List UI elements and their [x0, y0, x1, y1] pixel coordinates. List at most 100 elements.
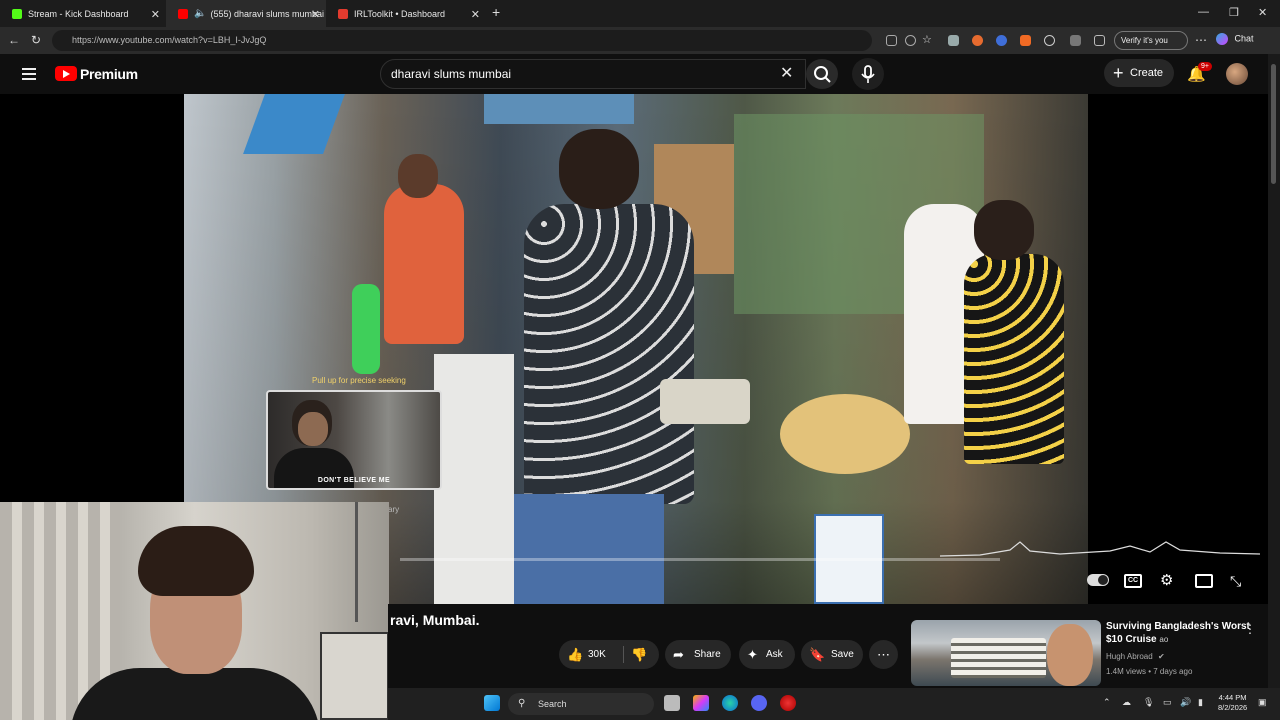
recommendation-thumbnail[interactable] [911, 620, 1101, 686]
network-icon[interactable]: ▭ [1163, 697, 1172, 708]
url-input[interactable]: https://www.youtube.com/watch?v=LBH_I-Jv… [52, 30, 872, 51]
white-sack [434, 354, 514, 604]
person-orange-shirt [384, 184, 464, 344]
divider [623, 646, 624, 663]
tab-youtube[interactable]: 🔈 (555) dharavi slums mumbai ✕ [166, 0, 326, 27]
avatar[interactable] [1226, 63, 1248, 85]
recommendation-channel[interactable]: Hugh Abroad ✔ [1106, 652, 1165, 661]
green-bottle [352, 284, 380, 374]
theater-mode-icon[interactable] [1195, 574, 1213, 588]
zoom-icon[interactable] [905, 35, 916, 46]
blue-jeans [514, 494, 664, 604]
search-icon [814, 66, 831, 83]
bookmark-star-icon[interactable]: ☆ [922, 33, 932, 46]
shop-awning [484, 94, 634, 124]
video-title: ravi, Mumbai. [390, 612, 480, 628]
youtube-logo-icon[interactable] [55, 66, 77, 81]
tray-chevron-icon[interactable]: ⌃ [1103, 697, 1111, 708]
reload-icon[interactable]: ↻ [31, 33, 41, 47]
edge-icon[interactable] [722, 695, 738, 711]
clock-date: 8/2/2026 [1218, 703, 1248, 712]
download-icon[interactable] [1020, 35, 1031, 46]
menu-icon[interactable] [22, 68, 36, 80]
share-button[interactable]: ➦ Share [665, 640, 731, 669]
recommendation-meta: 1.4M views • 7 days ago [1106, 667, 1193, 676]
extension-icon[interactable] [972, 35, 983, 46]
windows-start-icon[interactable] [484, 695, 500, 711]
tray-app-icon[interactable]: ☁ [1122, 697, 1131, 708]
extensions-icon[interactable] [1070, 35, 1081, 46]
discord-icon[interactable] [751, 695, 767, 711]
like-count[interactable]: 30K [588, 640, 606, 669]
more-icon[interactable]: ⋯ [1195, 33, 1207, 47]
battery-icon[interactable]: ▮ [1198, 697, 1203, 708]
extension-icon[interactable] [996, 35, 1007, 46]
page-scrollbar[interactable] [1268, 54, 1280, 688]
favorites-icon[interactable] [1094, 35, 1105, 46]
tab-irltoolkit[interactable]: IRLToolkit • Dashboard ✕ [326, 0, 486, 27]
notification-center-icon[interactable]: ▣ [1258, 697, 1267, 708]
notification-badge: 9+ [1198, 62, 1212, 71]
seek-tooltip: Pull up for precise seeking [312, 376, 406, 385]
youtube-brand[interactable]: Premium [80, 66, 138, 82]
search-icon: ⚲ [518, 698, 526, 709]
sync-icon[interactable] [1044, 35, 1055, 46]
recommendation-title[interactable]: Surviving Bangladesh's Worst $10 Cruise … [1106, 620, 1256, 646]
scrollbar-thumb[interactable] [1271, 64, 1276, 184]
preview-face [298, 412, 328, 446]
taskbar-search[interactable]: ⚲ Search [508, 693, 654, 715]
back-icon[interactable]: ← [8, 33, 20, 47]
close-icon[interactable]: ✕ [151, 8, 160, 21]
tray-mic-icon[interactable]: 🎙 [1143, 697, 1154, 708]
shield-icon[interactable] [948, 35, 959, 46]
thumbnail-ship [951, 638, 1046, 678]
search-input[interactable]: dharavi slums mumbai [380, 59, 806, 89]
close-window-button[interactable]: ✕ [1258, 6, 1267, 19]
tab-title: (555) dharavi slums mumbai [210, 8, 324, 19]
fullscreen-icon[interactable]: ⤡ [1230, 574, 1248, 588]
screenshot-icon[interactable] [886, 35, 897, 46]
recommendation-title-text: Surviving Bangladesh's Worst $10 Cruise [1106, 621, 1250, 645]
speaker-icon[interactable]: 🔈 [194, 8, 206, 19]
dislike-icon[interactable]: 👎 [631, 640, 647, 669]
maximize-button[interactable]: ❐ [1229, 6, 1239, 19]
clear-search-icon[interactable]: ✕ [780, 63, 793, 83]
ask-button[interactable]: ✦ Ask [739, 640, 795, 669]
tab-kick-dashboard[interactable]: Stream - Kick Dashboard ✕ [0, 0, 166, 27]
preview-caption: DON'T BELIEVE ME [317, 477, 391, 484]
copilot-icon [1216, 33, 1228, 45]
voice-search-button[interactable] [852, 58, 884, 90]
more-actions-button[interactable]: ⋯ [869, 640, 898, 669]
share-label: Share [694, 649, 721, 660]
close-icon[interactable]: ✕ [471, 8, 480, 21]
close-icon[interactable]: ✕ [311, 8, 320, 21]
verify-button[interactable]: Verify it's you [1114, 31, 1188, 50]
new-tab-button[interactable]: + [492, 4, 500, 20]
create-button[interactable]: Create [1104, 59, 1174, 87]
save-button[interactable]: 🔖 Save [801, 640, 863, 669]
webcam-furniture [320, 632, 389, 720]
taskbar-clock[interactable]: 4:44 PM 8/2/2026 [1218, 693, 1247, 713]
channel-name: Hugh Abroad [1106, 652, 1153, 661]
recommendation-menu-icon[interactable]: ⋮ [1244, 622, 1256, 636]
minimize-button[interactable]: — [1198, 6, 1209, 18]
search-button[interactable] [806, 59, 838, 89]
thumbnail-face [1047, 624, 1093, 686]
captions-icon[interactable]: CC [1124, 574, 1142, 588]
audio-waveform [940, 541, 1260, 557]
obs-icon[interactable] [780, 695, 796, 711]
progress-bar[interactable] [400, 558, 1000, 561]
like-icon[interactable]: 👍 [567, 640, 583, 669]
chat-button[interactable]: Chat [1216, 33, 1254, 45]
autoplay-toggle[interactable] [1087, 574, 1109, 588]
bookmark-icon: 🔖 [809, 647, 826, 662]
copilot-taskbar-icon[interactable] [693, 695, 709, 711]
verified-icon: ✔ [1157, 652, 1165, 661]
save-label: Save [831, 649, 854, 660]
settings-gear-icon[interactable]: ⚙ [1160, 573, 1178, 588]
ask-label: Ask [766, 649, 783, 660]
youtube-header: Premium dharavi slums mumbai ✕ Create 🔔 … [0, 54, 1270, 94]
task-view-icon[interactable] [664, 695, 680, 711]
like-dislike-group: 👍 30K 👎 [559, 640, 659, 669]
volume-icon[interactable]: 🔊 [1180, 697, 1191, 708]
